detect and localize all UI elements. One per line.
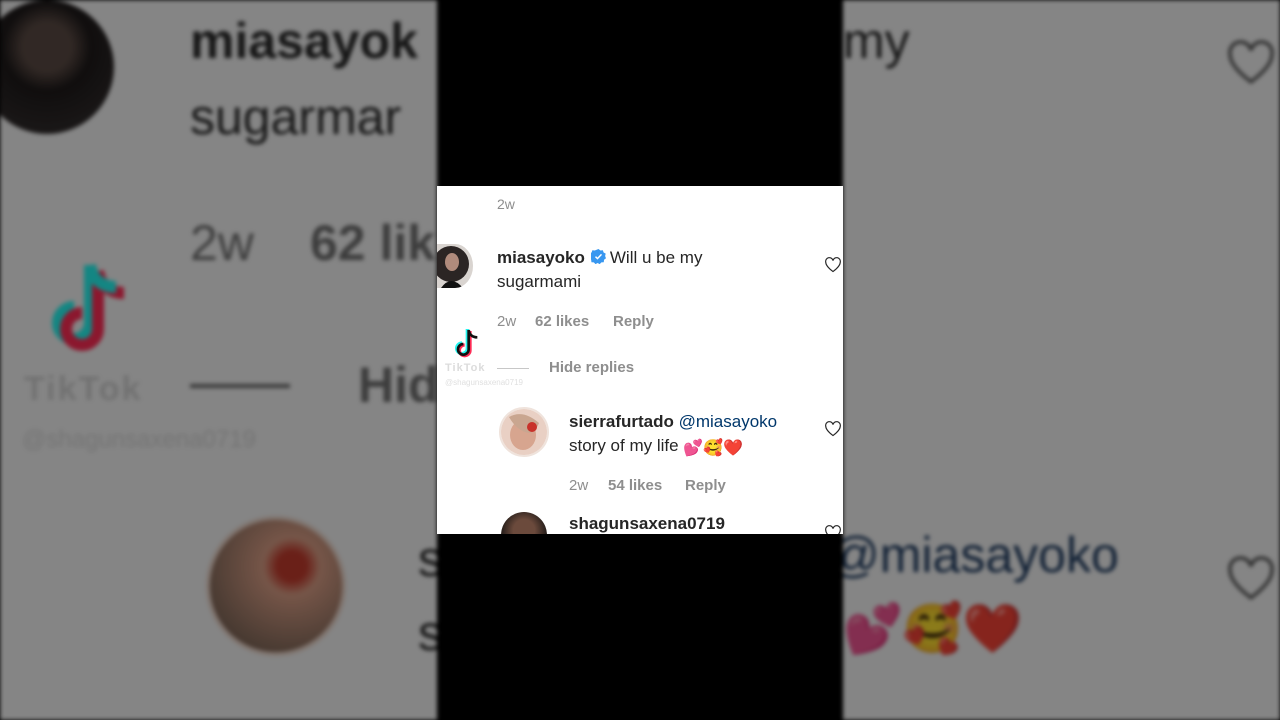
avatar-shagunsaxena0719[interactable] (501, 512, 547, 534)
reply-1-likes[interactable]: 54 likes (608, 477, 662, 494)
verified-badge-icon (590, 249, 606, 264)
bg-tiktok-wordmark: TikTok (24, 370, 143, 408)
reply-1-emojis: 💕🥰❤️ (683, 440, 744, 457)
comments-panel: 2w miasayoko Will u be my sugarmami 2w 6… (437, 186, 843, 534)
bg-heart-icon-2 (1228, 556, 1274, 600)
bg-emojis: 💕🥰❤️ (843, 603, 1023, 656)
username-miasayoko[interactable]: miasayoko (497, 248, 585, 267)
reply-1-time: 2w (569, 477, 589, 494)
reply-1-reply-button[interactable]: Reply (685, 477, 726, 494)
bg-dash (190, 384, 290, 388)
bg-tiktok-handle: @shagunsaxena0719 (22, 426, 256, 453)
bg-reply-initial-2: s (418, 605, 437, 661)
comment-main: miasayoko Will u be my sugarmami (497, 246, 797, 294)
bg-tiktok-logo (50, 262, 134, 358)
bg-username: miasayok (190, 13, 418, 69)
bg-time: 2w (190, 215, 254, 271)
bg-avatar-miasayoko (0, 0, 114, 134)
comment-main-text-line1: Will u be my (609, 248, 703, 267)
bg-comment-line2: sugarmar (190, 89, 402, 145)
bg-heart-icon-1 (1228, 40, 1274, 84)
bg-avatar-sierrafurtado (206, 516, 346, 656)
username-sierrafurtado[interactable]: sierrafurtado (569, 412, 674, 431)
avatar-miasayoko[interactable] (437, 244, 473, 288)
hide-replies-button[interactable]: Hide replies (497, 359, 634, 376)
bg-mention: @miasayoko (843, 527, 1119, 583)
avatar-sierrafurtado[interactable] (499, 407, 549, 457)
bg-reply-initial-1: s (418, 531, 437, 587)
reply-1-text: story of my life (569, 436, 679, 455)
bg-likes: 62 lik (310, 215, 436, 271)
reply-sierrafurtado: sierrafurtado @miasayoko story of my lif… (569, 410, 819, 461)
username-shagunsaxena0719[interactable]: shagunsaxena0719 (569, 514, 725, 533)
like-heart-icon-reply-2[interactable] (824, 525, 842, 534)
blurred-background-left: miasayok sugarmar 2w 62 lik TikTok @shag… (0, 0, 437, 720)
bg-hide-replies: Hid (358, 357, 437, 413)
comment-main-reply-button[interactable]: Reply (613, 313, 654, 330)
previous-comment-time: 2w (497, 196, 515, 212)
tiktok-wordmark: TikTok (445, 362, 486, 374)
like-heart-icon-reply-1[interactable] (824, 421, 842, 437)
bg-right-text-1: my (843, 13, 910, 69)
tiktok-logo-icon (455, 329, 478, 358)
hide-replies-dash (497, 367, 529, 369)
reply-shagunsaxena0719: shagunsaxena0719 (569, 512, 725, 534)
mention-miasayoko[interactable]: @miasayoko (679, 412, 778, 431)
like-heart-icon-main[interactable] (824, 257, 842, 273)
comment-main-text-line2: sugarmami (497, 272, 582, 291)
hide-replies-label: Hide replies (549, 359, 635, 376)
tiktok-handle: @shagunsaxena0719 (445, 378, 523, 387)
blurred-background-right: my @miasayoko 💕🥰❤️ (843, 0, 1280, 720)
